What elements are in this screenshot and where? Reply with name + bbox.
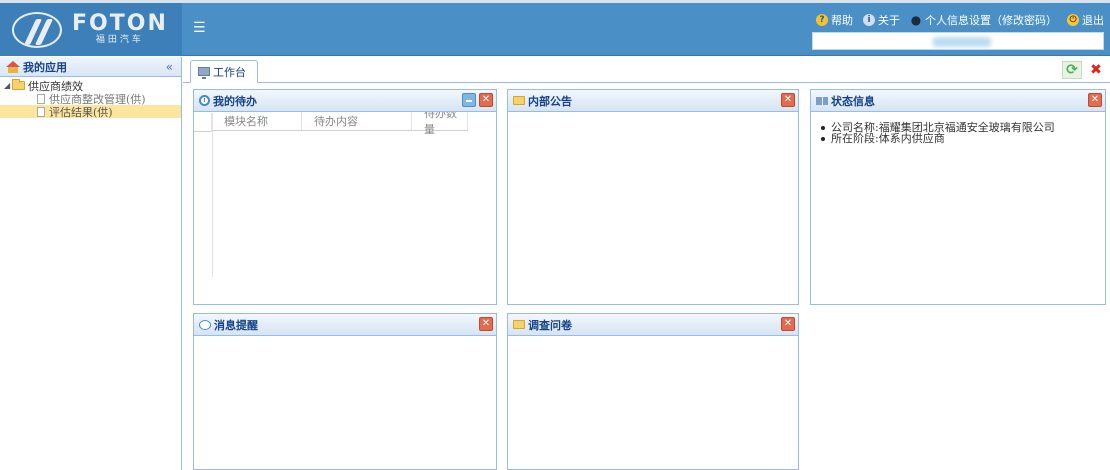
panel-header: 消息提醒 ✕: [194, 314, 496, 336]
panel-my-todo: 我的待办 ✕ 模块名称 待办内容 待办数量: [193, 89, 497, 305]
info-list-icon: [816, 96, 828, 105]
close-panel-button[interactable]: ✕: [479, 93, 493, 107]
clock-icon: [199, 95, 210, 106]
close-panel-button[interactable]: ✕: [781, 93, 795, 107]
panel-title: 调查问卷: [528, 318, 572, 332]
top-links: ? 帮助 i 关于 ● 个人信息设置（修改密码） ⏻ 退出: [816, 12, 1104, 28]
sidebar-header: 我的应用 «: [0, 57, 181, 77]
close-panel-button[interactable]: ✕: [781, 317, 795, 331]
expand-arrow-icon[interactable]: ◢: [4, 81, 12, 90]
blurred-username: [933, 37, 991, 47]
menu-toggle-button[interactable]: ☰: [193, 20, 206, 36]
tree-item-label: 评估结果(供): [49, 105, 113, 119]
hamburger-icon: ☰: [193, 20, 206, 36]
top-header: FOTON 福田汽车 ☰ ? 帮助 i 关于 ● 个人信息设置（修改密码） ⏻ …: [0, 0, 1110, 56]
foton-emblem-icon: [12, 11, 62, 48]
panel-header: 我的待办 ✕: [194, 90, 496, 112]
minimize-button[interactable]: [462, 93, 476, 107]
folder-icon: [513, 96, 525, 105]
file-icon: [37, 93, 45, 104]
grid-row-header: [194, 113, 212, 132]
help-icon: ?: [816, 14, 828, 26]
logo-subtitle: 福田汽车: [95, 35, 144, 45]
home-icon: [6, 60, 20, 73]
folder-open-icon: [12, 79, 25, 90]
user-info-box: [812, 32, 1104, 50]
panel-title: 我的待办: [213, 94, 257, 108]
collapse-icon[interactable]: «: [166, 60, 173, 74]
profile-settings-link[interactable]: ● 个人信息设置（修改密码）: [910, 12, 1057, 28]
logo-wordmark: FOTON: [72, 11, 168, 36]
help-link-label: 帮助: [831, 14, 853, 27]
close-panel-button[interactable]: ✕: [1088, 93, 1102, 107]
sidebar-title: 我的应用: [23, 60, 67, 74]
app-tree: ◢ 供应商绩效 供应商整改管理(供) 评估结果(供): [0, 77, 181, 119]
logo-text-block: FOTON 福田汽车: [72, 13, 168, 46]
panel-header: 状态信息 ✕: [811, 90, 1105, 112]
folder-icon: [513, 320, 525, 329]
close-panel-button[interactable]: ✕: [479, 317, 493, 331]
workspace: 工作台 ⟳ ✖ 我的待办 ✕ 模块名称 待办内容 待办数量 内部公告 ✕ 状态信…: [183, 57, 1110, 470]
left-sidebar: 我的应用 « ◢ 供应商绩效 供应商整改管理(供) 评估结果(供): [0, 57, 182, 470]
about-icon: i: [863, 14, 875, 26]
todo-grid-header: 模块名称 待办内容 待办数量: [212, 107, 468, 136]
panel-header: 调查问卷 ✕: [508, 314, 798, 336]
foton-logo[interactable]: FOTON 福田汽车: [0, 3, 182, 56]
panel-message-reminder: 消息提醒 ✕: [193, 313, 497, 470]
panel-title: 消息提醒: [214, 318, 258, 332]
panel-internal-notice: 内部公告 ✕: [507, 89, 799, 305]
status-list: 公司名称:福耀集团北京福通安全玻璃有限公司 所在阶段:体系内供应商: [811, 112, 1105, 144]
exit-icon: ⏻: [1067, 14, 1079, 26]
message-bubble-icon: [199, 319, 211, 330]
refresh-icon[interactable]: ⟳: [1062, 61, 1082, 79]
column-header-module[interactable]: 模块名称: [212, 112, 302, 130]
tab-tools: ⟳ ✖: [1062, 61, 1106, 79]
tab-bar: 工作台 ⟳ ✖: [183, 57, 1110, 83]
monitor-icon: [198, 67, 210, 79]
panel-title: 状态信息: [831, 94, 875, 108]
grid-divider: [212, 113, 213, 277]
tab-workbench[interactable]: 工作台: [190, 60, 258, 83]
about-link-label: 关于: [878, 14, 900, 27]
panel-status-info: 状态信息 ✕ 公司名称:福耀集团北京福通安全玻璃有限公司 所在阶段:体系内供应商: [810, 89, 1106, 305]
status-stage: 所在阶段:体系内供应商: [821, 133, 1105, 144]
tab-label: 工作台: [213, 65, 246, 79]
panel-survey: 调查问卷 ✕: [507, 313, 799, 470]
panel-header: 内部公告 ✕: [508, 90, 798, 112]
logout-link[interactable]: ⏻ 退出: [1067, 12, 1104, 28]
file-icon: [37, 106, 45, 117]
column-header-content[interactable]: 待办内容: [302, 112, 412, 130]
tree-item-evaluation-result[interactable]: 评估结果(供): [0, 105, 181, 119]
user-icon: ●: [910, 13, 922, 27]
help-link[interactable]: ? 帮助: [816, 12, 853, 28]
about-link[interactable]: i 关于: [863, 12, 900, 28]
close-all-icon[interactable]: ✖: [1086, 61, 1106, 79]
profile-settings-label: 个人信息设置（修改密码）: [925, 14, 1057, 27]
logout-link-label: 退出: [1082, 14, 1104, 27]
column-header-count[interactable]: 待办数量: [412, 107, 468, 136]
panel-title: 内部公告: [528, 94, 572, 108]
